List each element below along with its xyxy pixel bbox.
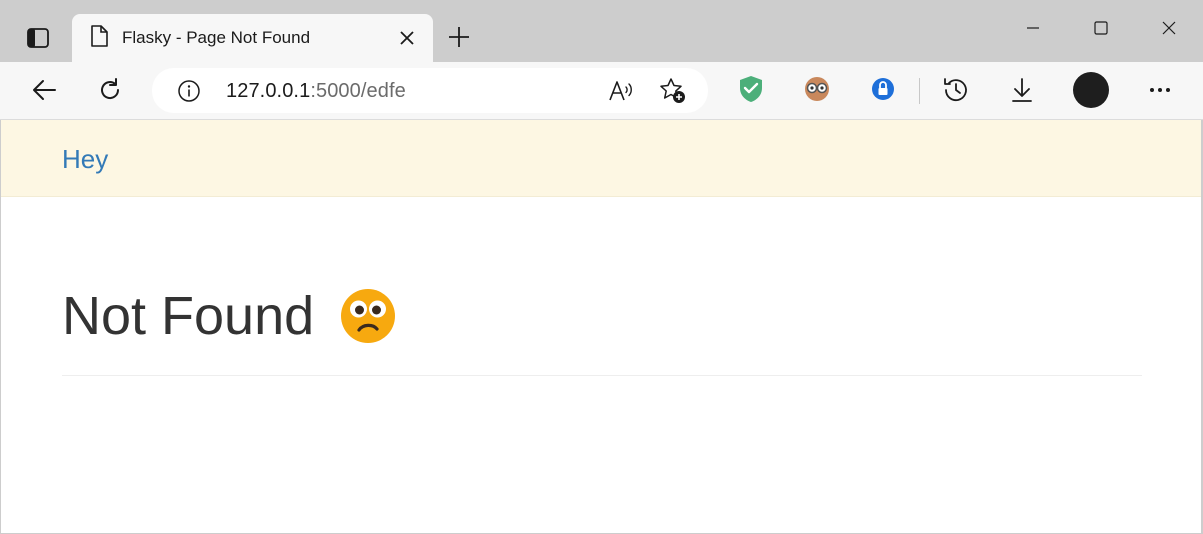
active-tab[interactable]: Flasky - Page Not Found (72, 14, 433, 62)
back-arrow-icon[interactable] (24, 70, 64, 110)
url-host: 127.0.0.1 (226, 80, 311, 102)
page-header: Not Found (62, 286, 396, 346)
tab-strip: Flasky - Page Not Found (0, 0, 1203, 62)
browser-toolbar: 127.0.0.1:5000/edfe (0, 62, 1203, 120)
window-controls (999, 0, 1203, 62)
url-text[interactable]: 127.0.0.1:5000/edfe (226, 80, 406, 103)
confused-face-emoji (340, 288, 396, 344)
history-icon[interactable] (936, 70, 976, 110)
close-icon[interactable] (395, 26, 419, 50)
minimize-icon[interactable] (999, 0, 1067, 62)
plus-icon[interactable] (444, 22, 474, 52)
profile-avatar[interactable] (1073, 72, 1109, 108)
page-viewport: Hey Not Found (1, 120, 1201, 533)
adguard-shield-icon[interactable] (736, 74, 766, 104)
maximize-icon[interactable] (1067, 0, 1135, 62)
read-aloud-icon[interactable] (606, 76, 636, 106)
close-icon[interactable] (1135, 0, 1203, 62)
more-icon[interactable] (1140, 70, 1180, 110)
browser-window: Flasky - Page Not Found 127.0.0.1:5000/e… (0, 0, 1203, 534)
add-favorite-icon[interactable] (658, 76, 688, 106)
address-bar[interactable]: 127.0.0.1:5000/edfe (152, 68, 708, 113)
password-manager-icon[interactable] (868, 74, 898, 104)
toolbar-divider (919, 78, 920, 104)
refresh-icon[interactable] (90, 70, 130, 110)
download-icon[interactable] (1002, 70, 1042, 110)
document-icon (90, 24, 108, 52)
tab-actions-icon[interactable] (14, 24, 62, 52)
info-icon[interactable] (176, 78, 202, 104)
tab-title: Flasky - Page Not Found (122, 28, 311, 47)
navbar: Hey (1, 120, 1201, 197)
glasses-extension-icon[interactable] (802, 74, 832, 104)
url-path: :5000/edfe (310, 80, 406, 102)
navbar-brand-link[interactable]: Hey (62, 144, 108, 175)
divider-line (62, 375, 1142, 376)
page-title: Not Found (62, 286, 315, 346)
